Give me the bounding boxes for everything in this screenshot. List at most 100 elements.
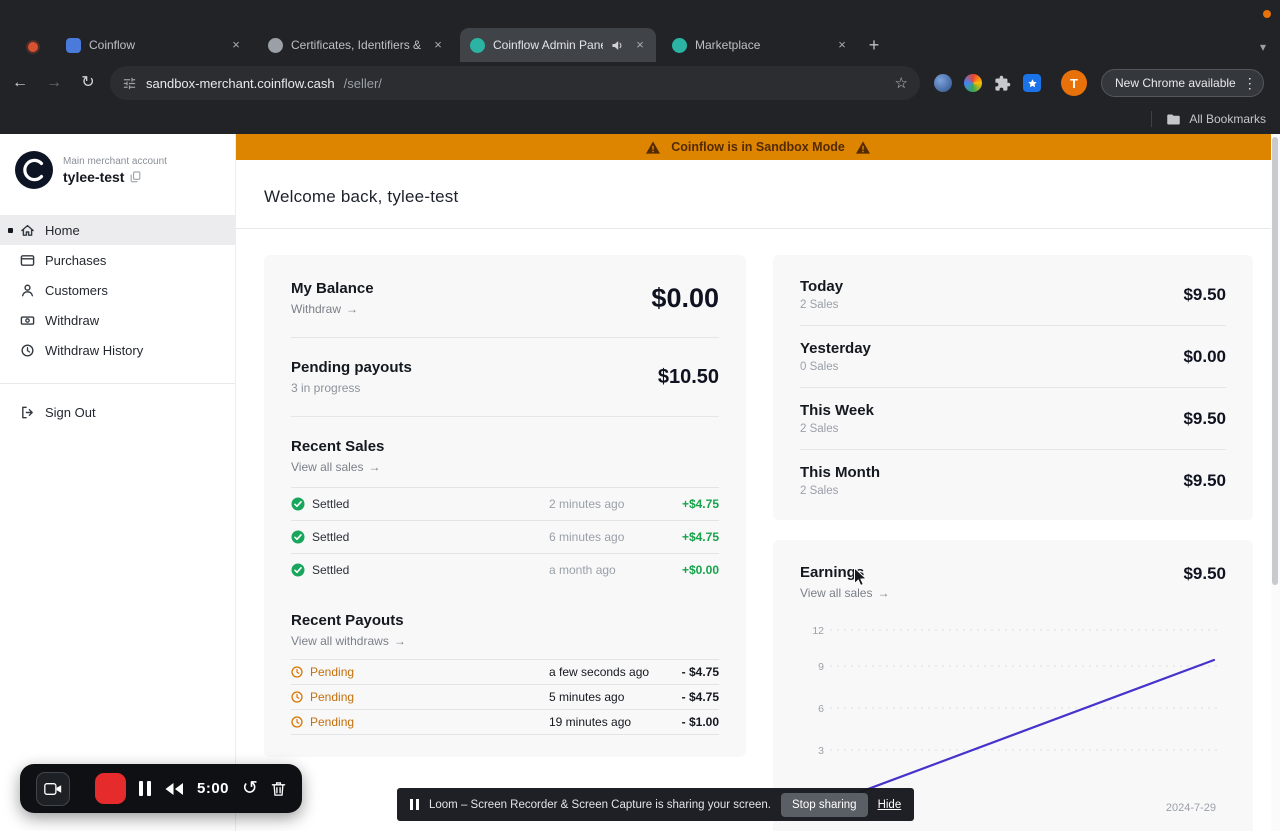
pending-clock-icon <box>291 691 303 703</box>
recent-payouts-title: Recent Payouts <box>291 612 404 629</box>
chrome-update-button[interactable]: New Chrome available ⋮ <box>1101 69 1264 97</box>
tab-list-chevron-icon[interactable]: ▾ <box>1253 38 1273 58</box>
stop-sharing-button[interactable]: Stop sharing <box>780 792 868 817</box>
delete-recording-button[interactable] <box>271 781 286 797</box>
stat-sub: 2 Sales <box>800 299 839 311</box>
reload-button[interactable]: ↻ <box>74 69 102 97</box>
pause-record-button[interactable] <box>139 781 151 796</box>
sidebar-nav: Home Purchases Customers Withdraw Withdr… <box>0 215 235 365</box>
settled-check-icon <box>291 497 305 511</box>
address-bar[interactable]: sandbox-merchant.coinflow.cash/seller/ ☆ <box>110 66 920 100</box>
customers-icon <box>21 284 34 296</box>
tab-coinflow-admin-panel[interactable]: Coinflow Admin Panel × <box>460 28 656 62</box>
account-type-label: Main merchant account <box>63 155 167 167</box>
withdraw-link[interactable]: Withdraw → <box>291 302 374 316</box>
hide-sharing-bar-link[interactable]: Hide <box>878 799 902 811</box>
sign-out-label: Sign Out <box>45 404 96 420</box>
sign-out-icon <box>22 406 33 418</box>
page-title: Welcome back, tylee-test <box>264 187 459 206</box>
payout-row[interactable]: Pending a few seconds ago - $4.75 <box>291 659 719 684</box>
browser-toolbar: ← → ↻ sandbox-merchant.coinflow.cash/sel… <box>0 62 1280 104</box>
stat-row-this-week: This Week 2 Sales $9.50 <box>800 388 1226 450</box>
sale-amount: +$4.75 <box>681 497 719 511</box>
tab-label: Coinflow <box>89 38 136 52</box>
header-divider <box>236 228 1280 229</box>
sign-out-button[interactable]: Sign Out <box>0 397 235 427</box>
extension-privacy-icon[interactable] <box>934 74 952 92</box>
restart-recording-button[interactable]: ↺ <box>242 779 258 798</box>
copy-icon[interactable] <box>130 170 141 183</box>
tab-audio-icon[interactable] <box>611 39 624 52</box>
warning-icon <box>646 140 661 154</box>
stat-sub: 0 Sales <box>800 361 839 373</box>
view-all-withdraws-link[interactable]: View all withdraws → <box>291 634 719 648</box>
sale-row[interactable]: Settled a month ago +$0.00 <box>291 553 719 586</box>
back-button[interactable]: ← <box>6 69 34 97</box>
payout-time: 5 minutes ago <box>549 690 625 705</box>
sale-status: Settled <box>312 563 350 577</box>
tab-close-icon[interactable]: × <box>228 37 244 53</box>
settled-check-icon <box>291 530 305 544</box>
sidebar-divider <box>0 383 235 384</box>
tab-close-icon[interactable]: × <box>430 37 446 53</box>
menu-kebab-icon[interactable]: ⋮ <box>1243 75 1257 92</box>
sidebar-item-withdraw[interactable]: Withdraw <box>0 305 235 335</box>
earnings-line-series <box>842 658 1216 800</box>
earnings-view-all-sales-link[interactable]: View all sales → <box>800 586 889 600</box>
arrow-right-icon: → <box>368 460 381 474</box>
tab-marketplace[interactable]: Marketplace × <box>662 28 858 62</box>
divider <box>291 337 719 338</box>
main-content: Welcome back, tylee-test My Balance With… <box>236 160 1280 831</box>
balance-title: My Balance <box>291 280 374 297</box>
sidebar-item-home[interactable]: Home <box>0 215 235 245</box>
scrollbar-thumb[interactable] <box>1272 137 1278 585</box>
stat-amount: $9.50 <box>1183 284 1226 304</box>
site-settings-icon[interactable] <box>122 76 137 91</box>
stat-amount: $0.00 <box>1183 346 1226 366</box>
profile-avatar[interactable]: T <box>1061 70 1087 96</box>
payout-row[interactable]: Pending 5 minutes ago - $4.75 <box>291 684 719 709</box>
page-scrollbar <box>1271 134 1280 831</box>
sidebar-item-withdraw-history[interactable]: Withdraw History <box>0 335 235 365</box>
forward-button[interactable]: → <box>40 69 68 97</box>
stat-row-this-month: This Month 2 Sales $9.50 <box>800 450 1226 511</box>
withdraw-icon <box>20 315 35 325</box>
tab-certificates[interactable]: Certificates, Identifiers & Pro... × <box>258 28 454 62</box>
rewind-button[interactable] <box>164 782 184 796</box>
sale-time: 2 minutes ago <box>549 497 625 511</box>
withdraw-history-icon <box>21 343 34 357</box>
tab-coinflow[interactable]: Coinflow × <box>56 28 252 62</box>
update-label: New Chrome available <box>1115 76 1236 90</box>
sidebar-item-customers[interactable]: Customers <box>0 275 235 305</box>
tab-close-icon[interactable]: × <box>834 37 850 53</box>
sidebar-item-purchases[interactable]: Purchases <box>0 245 235 275</box>
x-axis-date-label: 2024-7-29 <box>1166 802 1216 814</box>
payout-amount: - $1.00 <box>681 715 719 730</box>
bookmark-star-icon[interactable]: ☆ <box>895 74 908 92</box>
sale-row[interactable]: Settled 6 minutes ago +$4.75 <box>291 520 719 553</box>
extension-bookmark-icon[interactable] <box>1023 74 1041 92</box>
arrow-right-icon: → <box>877 586 890 600</box>
earnings-title: Earnings <box>800 564 865 581</box>
screen-recorder-toolbar: 5:00 ↺ <box>20 764 302 813</box>
camera-button[interactable] <box>36 771 70 806</box>
pending-payouts-title: Pending payouts <box>291 359 412 376</box>
extensions-puzzle-icon[interactable] <box>994 75 1011 92</box>
stat-sub: 2 Sales <box>800 423 839 435</box>
stat-amount: $9.50 <box>1183 470 1226 490</box>
payout-row[interactable]: Pending 19 minutes ago - $1.00 <box>291 709 719 736</box>
new-tab-button[interactable]: + <box>862 34 886 58</box>
extension-colorful-icon[interactable] <box>964 74 982 92</box>
view-all-sales-link[interactable]: View all sales → <box>291 460 719 474</box>
tab-label: Marketplace <box>695 38 761 52</box>
loom-sharing-message: Loom – Screen Recorder & Screen Capture … <box>429 798 771 811</box>
sale-row[interactable]: Settled 2 minutes ago +$4.75 <box>291 487 719 520</box>
pending-payouts-subtitle: 3 in progress <box>291 381 361 395</box>
all-bookmarks-button[interactable]: All Bookmarks <box>1189 112 1266 126</box>
tab-close-icon[interactable]: × <box>632 37 648 53</box>
stop-record-button[interactable] <box>95 773 126 804</box>
url-path: /seller/ <box>343 75 382 91</box>
sidebar-item-label: Purchases <box>45 252 107 268</box>
tab-label: Coinflow Admin Panel <box>493 38 603 52</box>
sandbox-banner-text: Coinflow is in Sandbox Mode <box>671 140 845 154</box>
